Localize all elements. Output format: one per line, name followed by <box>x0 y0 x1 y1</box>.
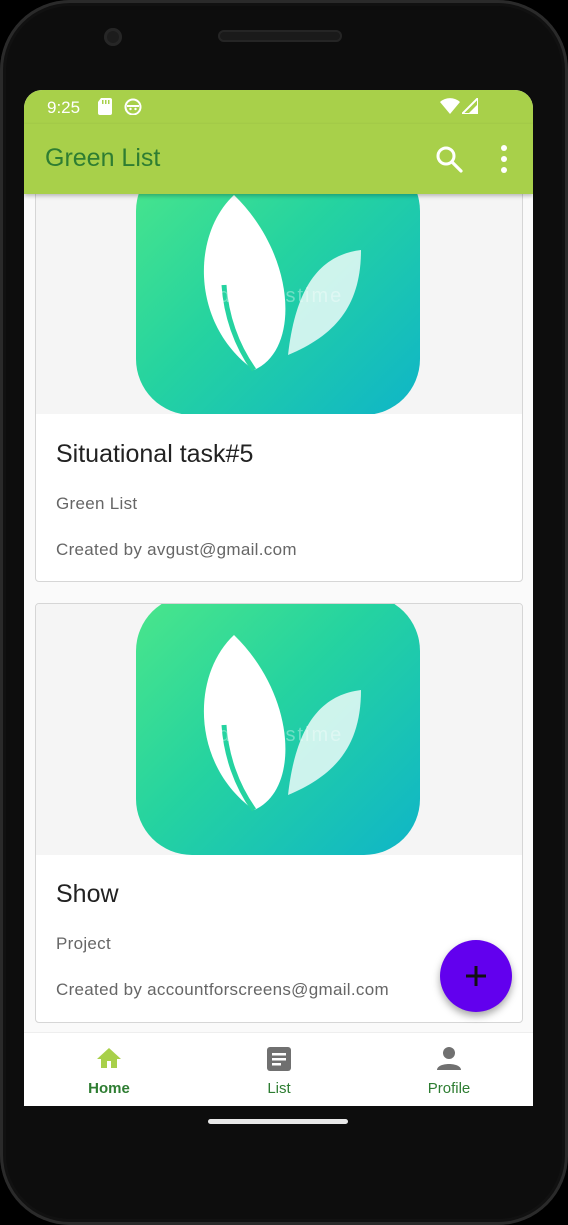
sd-card-icon <box>98 98 112 120</box>
phone-frame: 9:25 Green List dreamstime Situational t… <box>0 0 568 1225</box>
signal-icon <box>459 95 479 119</box>
card-subtitle: Project <box>56 934 112 953</box>
wifi-icon <box>440 98 460 119</box>
app-title: Green List <box>45 144 161 172</box>
project-card[interactable]: dreamstime Situational task#5 Green List… <box>35 194 523 582</box>
card-list: dreamstime Situational task#5 Green List… <box>24 194 533 1028</box>
front-camera <box>104 28 122 46</box>
card-image: dreamstime <box>36 194 522 414</box>
app-screen: 9:25 Green List dreamstime Situational t… <box>24 90 533 1106</box>
android-debug-icon <box>124 98 142 120</box>
more-vert-icon[interactable] <box>492 142 516 176</box>
card-image: dreamstime <box>36 604 522 855</box>
search-icon[interactable] <box>434 144 464 174</box>
card-title: Show <box>56 880 119 908</box>
earpiece-speaker <box>218 30 342 42</box>
card-created-by: Created by accountforscreens@gmail.com <box>56 980 389 999</box>
watermark: dreamstime <box>218 285 344 307</box>
list-icon <box>267 1047 291 1071</box>
nav-label-list: List <box>267 1080 291 1097</box>
watermark: dreamstime <box>218 724 344 746</box>
nav-item-profile[interactable]: Profile <box>364 1033 533 1106</box>
add-project-button[interactable] <box>440 940 512 1012</box>
bottom-navigation: Home List Profile <box>24 1032 533 1106</box>
nav-item-home[interactable]: Home <box>24 1033 194 1106</box>
card-subtitle: Green List <box>56 494 138 513</box>
app-bar: Green List <box>24 124 533 194</box>
card-created-by: Created by avgust@gmail.com <box>56 540 297 559</box>
status-time: 9:25 <box>47 98 81 117</box>
nav-item-list[interactable]: List <box>194 1033 364 1106</box>
person-icon <box>437 1047 461 1070</box>
nav-label-profile: Profile <box>427 1080 471 1097</box>
nav-label-home: Home <box>88 1080 130 1097</box>
status-bar: 9:25 <box>24 90 533 124</box>
card-title: Situational task#5 <box>56 440 254 468</box>
gesture-home-bar[interactable] <box>208 1119 348 1124</box>
plus-icon <box>466 966 486 986</box>
home-icon <box>97 1048 121 1068</box>
